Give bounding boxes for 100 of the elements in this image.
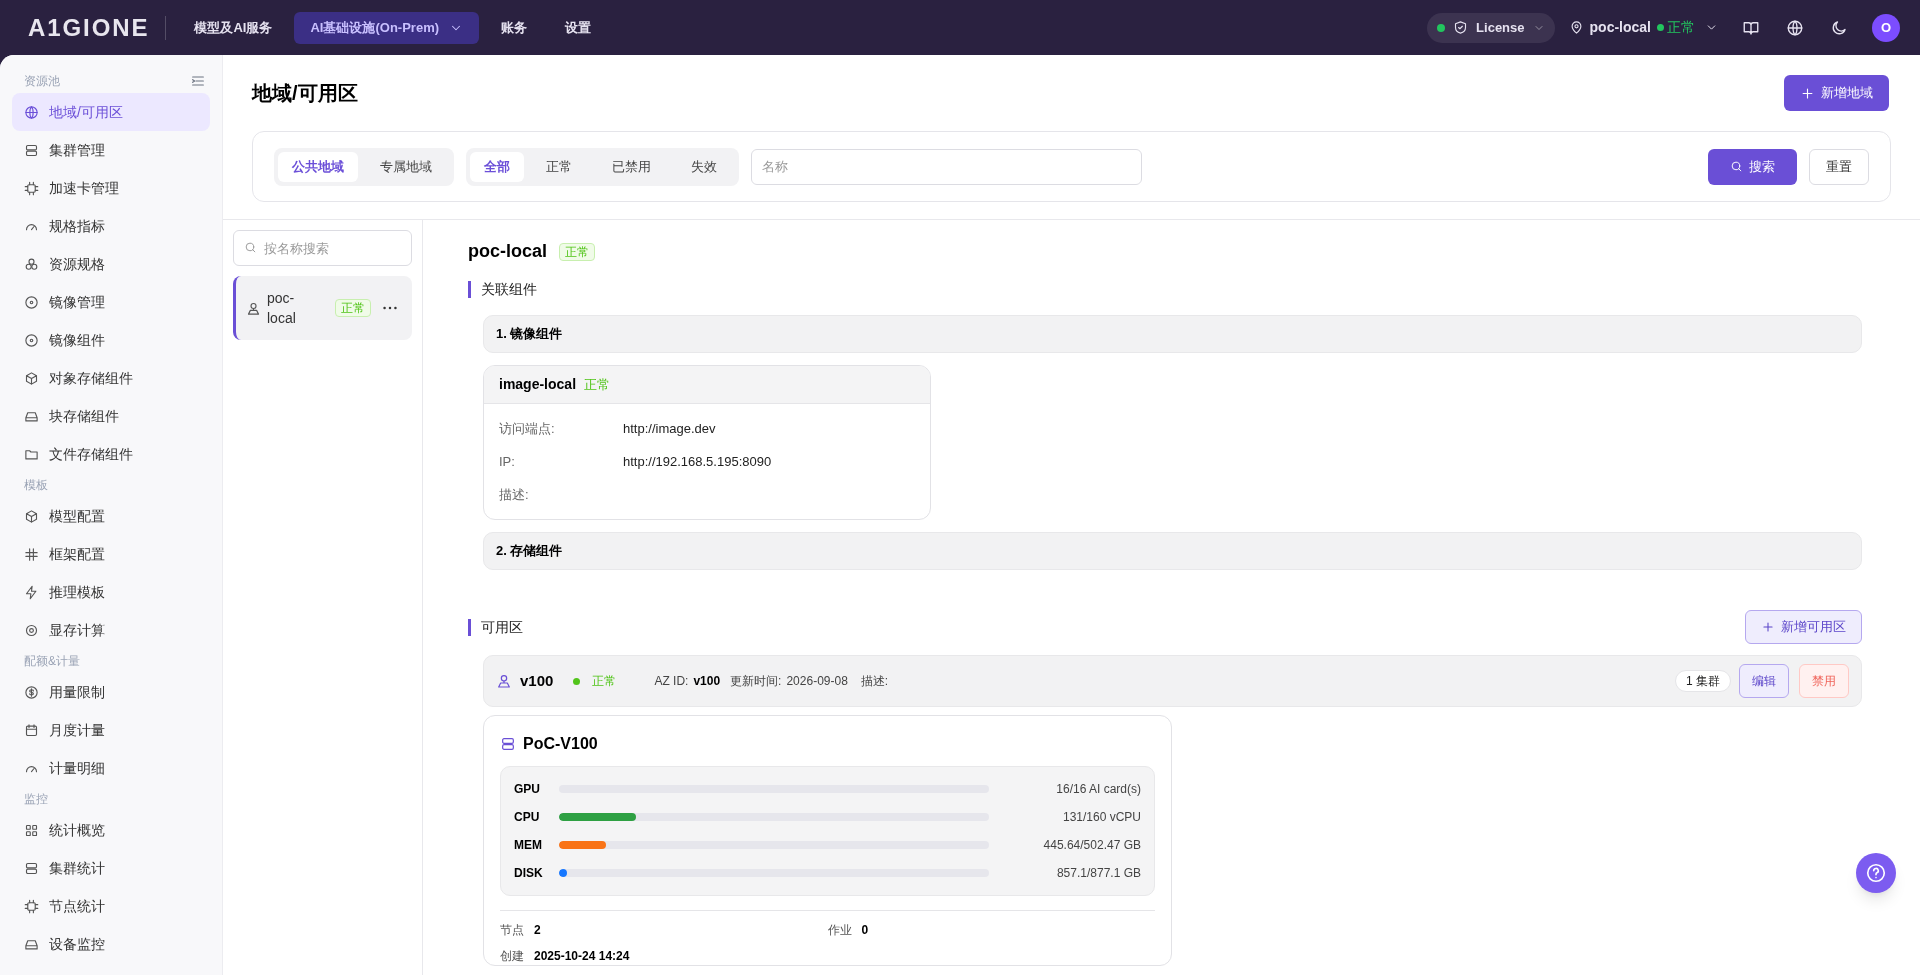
section-title: 资源池 [24, 73, 60, 90]
lightning-icon [24, 584, 39, 600]
updated-date: 2026-09-08 [786, 673, 848, 690]
name-field[interactable]: 名称 [751, 148, 1142, 185]
search-button[interactable]: 搜索 [1708, 148, 1797, 185]
menu-icon [190, 73, 206, 89]
filter-tab[interactable]: 已禁用 [594, 151, 669, 182]
sidebar-item[interactable]: 对象存储组件 [12, 359, 210, 397]
stat-value: 0 [861, 922, 869, 939]
group-header[interactable]: 2. 存储组件 [483, 532, 1862, 570]
sidebar-item[interactable]: 集群统计 [12, 849, 210, 887]
page-title: 地域/可用区 [252, 81, 358, 106]
chip-icon [24, 180, 39, 196]
edit-button[interactable]: 编辑 [1739, 664, 1789, 698]
sidebar-item[interactable]: 镜像组件 [12, 321, 210, 359]
search-icon [1730, 160, 1743, 173]
person-pin-icon [496, 673, 512, 689]
more-icon [383, 306, 397, 310]
add-zone-button[interactable]: 新增可用区 [1745, 610, 1862, 644]
globe-icon [1786, 18, 1804, 37]
shield-icon [1453, 20, 1469, 35]
sidebar-item[interactable]: 规格指标 [12, 207, 210, 245]
resource-label: GPU [514, 781, 541, 798]
disc-icon [24, 294, 39, 310]
server-icon [24, 142, 39, 158]
reset-button[interactable]: 重置 [1809, 148, 1869, 185]
hash-icon [24, 546, 39, 562]
sidebar-item[interactable]: 用量限制 [12, 673, 210, 711]
logo[interactable]: A1GIONE [28, 15, 167, 40]
region-title: poc-local [468, 240, 547, 263]
resource-label: CPU [514, 809, 541, 826]
add-region-button[interactable]: 新增地域 [1784, 75, 1889, 111]
sidebar-item[interactable]: 设备监控 [12, 925, 210, 963]
sidebar-item[interactable]: 资源规格 [12, 245, 210, 283]
region-item[interactable]: poc- local 正常 [233, 276, 412, 340]
filter-tab[interactable]: 正常 [528, 151, 590, 182]
avatar[interactable]: O [1872, 13, 1900, 42]
sidebar-item[interactable]: 文件存储组件 [12, 435, 210, 473]
status-text: 正常 [584, 375, 611, 394]
sidebar-item[interactable]: 计量明细 [12, 749, 210, 787]
help-button[interactable] [1856, 853, 1896, 893]
sidebar-item[interactable]: 统计概览 [12, 811, 210, 849]
sidebar-item[interactable]: 地域/可用区 [12, 93, 210, 131]
chip-icon [24, 898, 39, 914]
zone-name: v100 [520, 670, 554, 691]
resource-reading: 857.1/877.1 GB [1056, 865, 1141, 882]
section-heading: 关联组件 [481, 279, 537, 299]
sidebar-item[interactable]: 节点统计 [12, 887, 210, 925]
updated-label: 更新时间: [730, 673, 782, 690]
stat-label: 节点 [500, 922, 524, 939]
cluster-count: 1 集群 [1675, 670, 1731, 692]
field-value: http://image.dev [623, 419, 716, 438]
sidebar-item[interactable]: 月度计量 [12, 711, 210, 749]
az-id-label: AZ ID: [654, 673, 689, 690]
grid-icon [24, 822, 39, 838]
filter-tab[interactable]: 全部 [470, 151, 524, 182]
field-value: http://192.168.5.195:8090 [623, 452, 772, 471]
nav-tab[interactable]: AI基础设施(On-Prem) [294, 11, 480, 44]
globe-icon [24, 104, 39, 120]
moon-icon [1830, 18, 1848, 37]
dollar-icon [24, 684, 39, 700]
field-label: 访问端点: [499, 419, 556, 438]
collapse-menu-button[interactable] [190, 73, 206, 89]
stat-label: 作业 [827, 922, 852, 939]
server-icon [24, 860, 39, 876]
status-tag: 正常 [335, 299, 371, 317]
heading-accent [468, 280, 471, 298]
sidebar-item[interactable]: 框架配置 [12, 535, 210, 573]
description-label: 描述: [860, 673, 889, 690]
filter-tab[interactable]: 公共地域 [278, 151, 358, 182]
status-text: 正常 [592, 673, 617, 690]
cube-icon [24, 370, 39, 386]
plus-icon [1761, 620, 1775, 634]
region-name: poc- local [267, 289, 297, 328]
sidebar-item[interactable]: 集群管理 [12, 131, 210, 169]
field-label: 描述: [499, 485, 530, 504]
filter-tab[interactable]: 专属地域 [362, 151, 450, 182]
sidebar-item[interactable]: 显存计算 [12, 611, 210, 649]
region-search-field[interactable]: 按名称搜索 [233, 230, 412, 266]
sidebar-item[interactable]: 块存储组件 [12, 397, 210, 435]
sidebar-item[interactable]: 镜像管理 [12, 283, 210, 321]
resource-reading: 16/16 AI card(s) [1056, 781, 1141, 798]
disc-icon [24, 332, 39, 348]
sidebar-item[interactable]: 模型配置 [12, 497, 210, 535]
group-header[interactable]: 1. 镜像组件 [483, 315, 1862, 353]
calendar-icon [24, 722, 39, 738]
nav-tab[interactable]: 模型及AI服务 [178, 11, 289, 44]
license-button[interactable]: License [1427, 12, 1555, 43]
location-selector[interactable]: poc-local 正常 [1568, 12, 1718, 43]
sidebar-item[interactable]: 推理模板 [12, 573, 210, 611]
field-label: IP: [499, 452, 516, 471]
filter-tab[interactable]: 失效 [673, 151, 735, 182]
search-icon [244, 241, 257, 254]
section-heading: 可用区 [481, 617, 523, 637]
nav-tab[interactable]: 设置 [549, 11, 608, 44]
plus-icon [1800, 85, 1815, 101]
nav-tab[interactable]: 账务 [485, 11, 544, 44]
sidebar-item[interactable]: 加速卡管理 [12, 169, 210, 207]
status-tag: 正常 [559, 242, 595, 261]
cube-icon [24, 508, 39, 524]
